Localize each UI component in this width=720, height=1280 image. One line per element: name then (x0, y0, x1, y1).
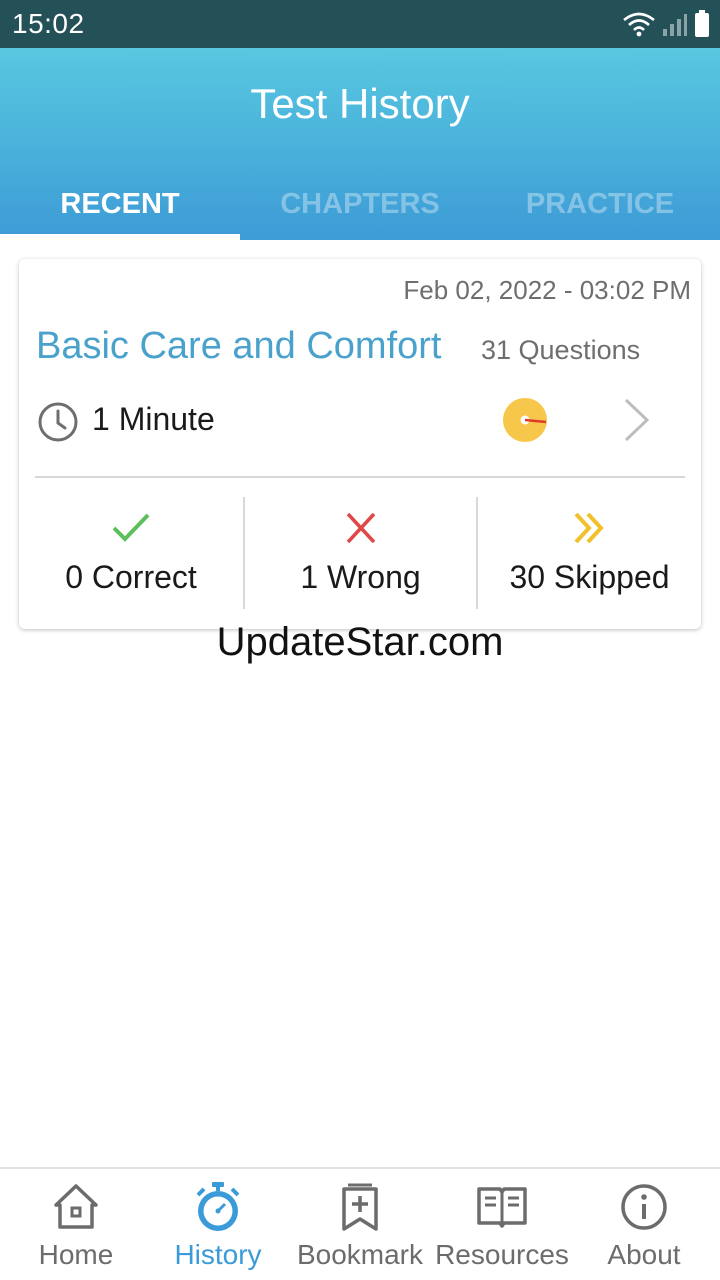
wifi-icon (623, 12, 655, 37)
nav-bookmark[interactable]: Bookmark (288, 1169, 432, 1280)
correct-count: 0 Correct (65, 559, 197, 595)
nav-history[interactable]: History (146, 1169, 290, 1280)
nav-label-resources: Resources (435, 1239, 569, 1270)
app-header: Test History RECENT CHAPTERS PRACTICE (0, 48, 720, 240)
score-pie-icon (503, 398, 547, 442)
nav-about[interactable]: About (572, 1169, 716, 1280)
skipped-stat: 30 Skipped (478, 497, 701, 609)
correct-stat: 0 Correct (19, 497, 243, 609)
book-icon (477, 1187, 527, 1228)
tab-bar: RECENT CHAPTERS PRACTICE (0, 168, 720, 240)
card-divider (35, 476, 685, 478)
nav-label-bookmark: Bookmark (296, 1239, 424, 1270)
battery-icon (695, 10, 709, 37)
info-icon (621, 1184, 667, 1230)
home-icon (54, 1184, 98, 1229)
tab-chapters[interactable]: CHAPTERS (240, 168, 480, 240)
clock-icon (38, 402, 78, 442)
wrong-count: 1 Wrong (300, 559, 421, 595)
nav-label-history: History (174, 1239, 262, 1270)
bottom-nav: Home History Bookmark Resources About (0, 1167, 720, 1280)
page-title: Test History (250, 80, 470, 127)
double-chevron-icon (574, 512, 604, 544)
test-duration: 1 Minute (92, 401, 215, 437)
nav-resources[interactable]: Resources (430, 1169, 574, 1280)
status-time: 15:02 (12, 8, 85, 39)
stopwatch-icon (196, 1182, 240, 1231)
cross-icon (346, 512, 375, 544)
watermark: UpdateStar.com (216, 620, 504, 664)
chevron-right-icon[interactable] (621, 397, 651, 443)
status-icons (622, 10, 710, 38)
tab-practice[interactable]: PRACTICE (480, 168, 720, 240)
nav-home[interactable]: Home (4, 1169, 148, 1280)
status-bar: 15:02 (0, 0, 720, 48)
signal-icon (663, 14, 687, 36)
nav-label-about: About (607, 1239, 681, 1270)
result-stats: 0 Correct 1 Wrong 30 Skipped (19, 497, 701, 609)
test-title: Basic Care and Comfort (36, 325, 442, 367)
bookmark-icon (342, 1183, 378, 1231)
tab-recent[interactable]: RECENT (0, 168, 240, 240)
test-date: Feb 02, 2022 - 03:02 PM (403, 275, 691, 305)
history-card[interactable]: Feb 02, 2022 - 03:02 PM Basic Care and C… (19, 259, 701, 629)
question-count: 31 Questions (481, 335, 641, 365)
nav-label-home: Home (38, 1239, 114, 1270)
wrong-stat: 1 Wrong (245, 497, 476, 609)
skipped-count: 30 Skipped (509, 559, 670, 595)
check-icon (112, 513, 150, 542)
